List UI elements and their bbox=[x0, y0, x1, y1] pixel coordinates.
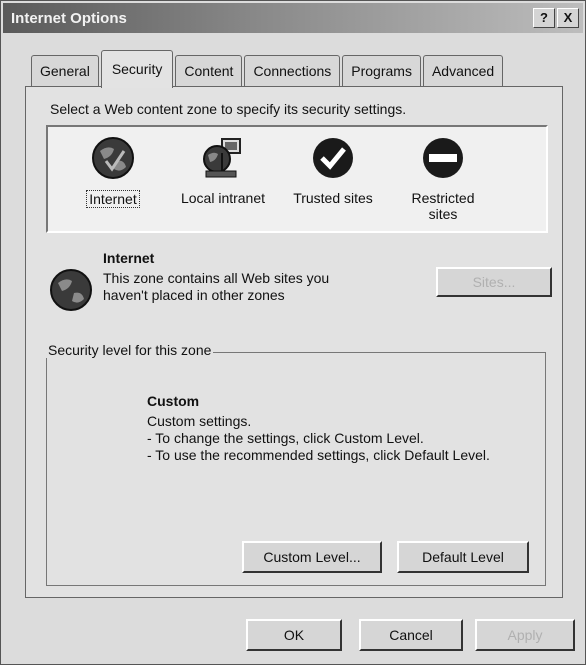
security-level-line-3: - To use the recommended settings, click… bbox=[147, 447, 490, 463]
ok-button[interactable]: OK bbox=[246, 619, 342, 651]
selected-zone-description: This zone contains all Web sites you hav… bbox=[103, 270, 330, 303]
security-level-line-1: Custom settings. bbox=[147, 413, 252, 429]
zone-local-intranet[interactable]: Local intranet bbox=[173, 135, 273, 206]
tab-advanced[interactable]: Advanced bbox=[422, 55, 504, 87]
tab-content[interactable]: Content bbox=[175, 55, 243, 87]
security-tab-panel: Select a Web content zone to specify its… bbox=[25, 86, 563, 598]
globe-icon bbox=[92, 137, 134, 179]
tab-security[interactable]: Security bbox=[100, 50, 174, 88]
zone-prompt: Select a Web content zone to specify its… bbox=[50, 101, 407, 117]
selected-zone-title: Internet bbox=[103, 250, 155, 266]
internet-options-dialog: Internet Options ? X General Security Co… bbox=[0, 0, 586, 665]
zone-list: Internet Local intranet Trusted sites Re… bbox=[46, 125, 548, 233]
intranet-icon bbox=[203, 138, 241, 178]
globe-icon bbox=[50, 269, 92, 311]
tab-connections[interactable]: Connections bbox=[244, 55, 341, 87]
zone-internet-label: Internet bbox=[86, 190, 140, 208]
security-level-group: Custom Custom settings. - To change the … bbox=[46, 352, 546, 586]
tab-strip: General Security Content Connections Pro… bbox=[31, 50, 505, 88]
security-level-title: Custom bbox=[147, 393, 200, 409]
restricted-icon bbox=[423, 138, 463, 178]
security-level-line-2: - To change the settings, click Custom L… bbox=[147, 430, 424, 446]
sites-button[interactable]: Sites... bbox=[436, 267, 552, 297]
help-button[interactable]: ? bbox=[533, 8, 555, 28]
zone-trusted-sites[interactable]: Trusted sites bbox=[283, 135, 383, 206]
cancel-button[interactable]: Cancel bbox=[359, 619, 463, 651]
checkmark-icon bbox=[313, 138, 353, 178]
title-buttons: ? X bbox=[533, 8, 583, 28]
apply-button[interactable]: Apply bbox=[475, 619, 575, 651]
zone-internet[interactable]: Internet bbox=[63, 135, 163, 208]
close-button[interactable]: X bbox=[557, 8, 579, 28]
zone-trusted-sites-label: Trusted sites bbox=[293, 190, 373, 206]
security-level-group-label: Security level for this zone bbox=[46, 342, 214, 358]
tab-programs[interactable]: Programs bbox=[342, 55, 421, 87]
security-level-text: Custom settings. - To change the setting… bbox=[147, 413, 490, 464]
zone-restricted-sites[interactable]: Restricted sites bbox=[393, 135, 493, 222]
custom-level-button[interactable]: Custom Level... bbox=[242, 541, 382, 573]
title-bar[interactable]: Internet Options ? X bbox=[3, 3, 583, 33]
zone-restricted-sites-label: Restricted sites bbox=[411, 190, 475, 222]
window-title: Internet Options bbox=[11, 9, 127, 27]
tab-general[interactable]: General bbox=[31, 55, 99, 87]
zone-local-intranet-label: Local intranet bbox=[180, 190, 266, 206]
default-level-button[interactable]: Default Level bbox=[397, 541, 529, 573]
